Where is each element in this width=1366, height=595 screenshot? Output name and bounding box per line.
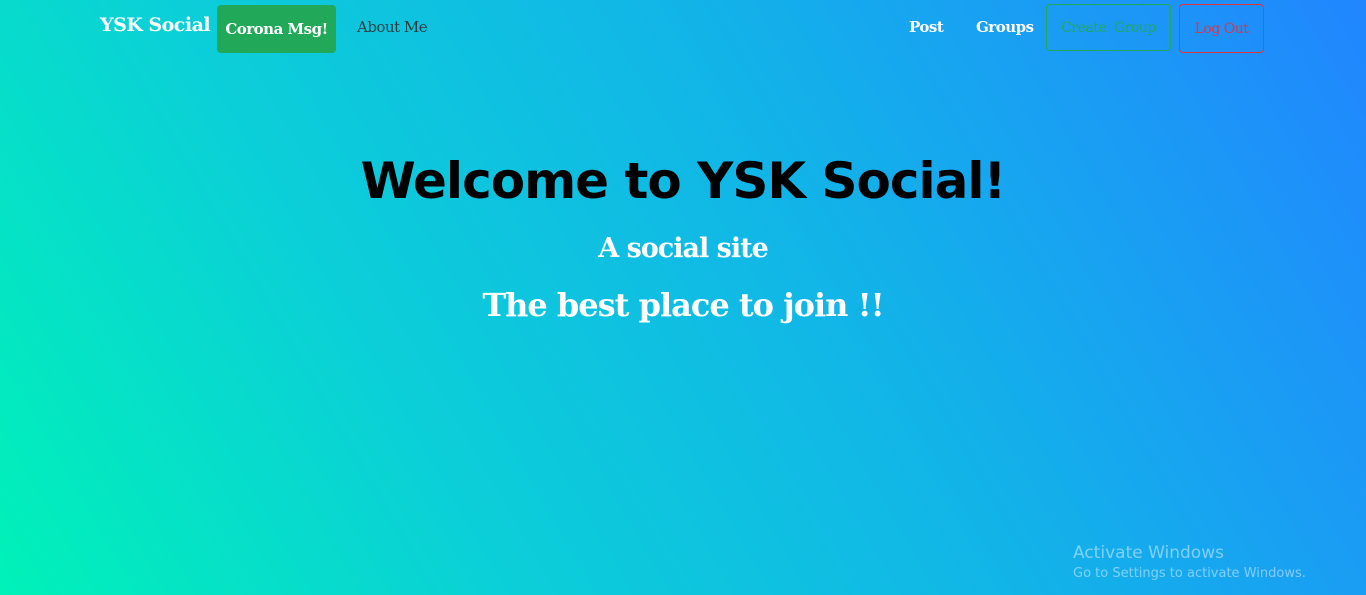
hero-title: Welcome to YSK Social! [360,152,1007,210]
brand-link[interactable]: YSK Social [100,14,211,36]
watermark-subtitle: Go to Settings to activate Windows. [1073,566,1306,581]
about-me-link[interactable]: About Me [357,18,428,36]
watermark-title: Activate Windows [1073,543,1224,563]
hero-subtitle: A social site [598,233,769,264]
groups-link[interactable]: Groups [976,18,1034,36]
create-group-button[interactable]: Create Group [1046,4,1171,51]
corona-msg-button[interactable]: Corona Msg! [217,5,336,53]
post-link[interactable]: Post [909,18,944,36]
activate-windows-watermark: Activate Windows Go to Settings to activ… [1073,543,1306,583]
logout-button[interactable]: Log Out [1179,4,1264,53]
navbar: YSK Social Corona Msg! About Me Post Gro… [0,0,1366,57]
hero-tagline: The best place to join !! [482,286,884,324]
